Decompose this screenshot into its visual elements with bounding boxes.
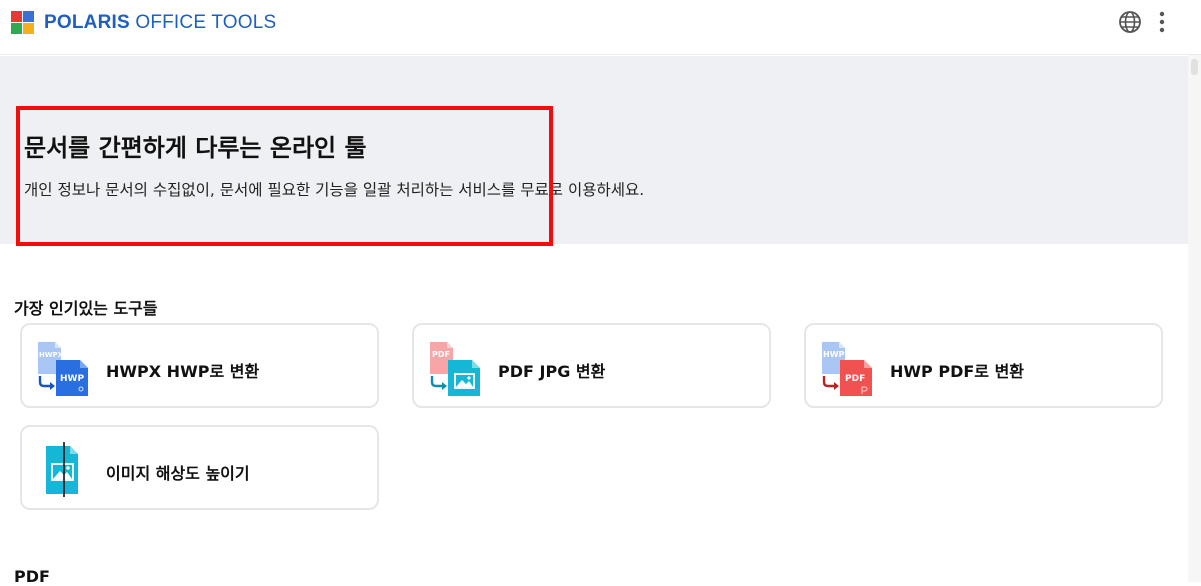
image-upscale-icon (46, 442, 78, 497)
tool-card-pdf-to-jpg[interactable]: PDF PDF JPG 변환 (412, 323, 771, 408)
tool-card-hwp-to-pdf[interactable]: HWP PDF HWP PDF로 변환 (804, 323, 1163, 408)
popular-tools-title: 가장 인기있는 도구들 (14, 299, 158, 318)
tool-label: 이미지 해상도 높이기 (106, 464, 250, 483)
svg-text:HWP: HWP (60, 374, 84, 384)
tool-card-hwpx-to-hwp[interactable]: HWPX HWP HWPX HWP로 변환 (20, 323, 379, 408)
globe-icon[interactable] (1118, 10, 1142, 34)
brand-name: POLARIS OFFICE TOOLS (44, 12, 276, 34)
polaris-logo-icon (11, 11, 34, 34)
top-header: POLARIS OFFICE TOOLS (0, 0, 1201, 55)
brand-name-light: OFFICE TOOLS (129, 11, 277, 33)
svg-text:PDF: PDF (845, 374, 865, 384)
svg-text:HWPX: HWPX (39, 351, 64, 359)
hero-title: 문서를 간편하게 다루는 온라인 툴 (24, 134, 367, 162)
brand-logo[interactable]: POLARIS OFFICE TOOLS (11, 11, 276, 34)
scrollbar-thumb[interactable] (1191, 59, 1198, 75)
brand-name-bold: POLARIS (44, 11, 130, 33)
svg-text:PDF: PDF (432, 350, 450, 359)
page-scrollbar[interactable] (1188, 55, 1201, 582)
pdf-to-jpg-icon: PDF (430, 342, 480, 396)
pdf-section-title: PDF (14, 567, 50, 586)
kebab-menu-icon[interactable] (1152, 10, 1172, 34)
hwpx-to-hwp-icon: HWPX HWP (38, 342, 88, 396)
tool-label: HWPX HWP로 변환 (106, 362, 260, 381)
hero-subtitle: 개인 정보나 문서의 수집없이, 문서에 필요한 기능을 일괄 처리하는 서비스… (24, 181, 645, 199)
tool-card-image-upscale[interactable]: 이미지 해상도 높이기 (20, 425, 379, 510)
hwp-to-pdf-icon: HWP PDF (822, 342, 872, 396)
svg-text:HWP: HWP (823, 350, 845, 359)
tool-label: HWP PDF로 변환 (890, 362, 1025, 381)
tool-label: PDF JPG 변환 (498, 362, 606, 381)
